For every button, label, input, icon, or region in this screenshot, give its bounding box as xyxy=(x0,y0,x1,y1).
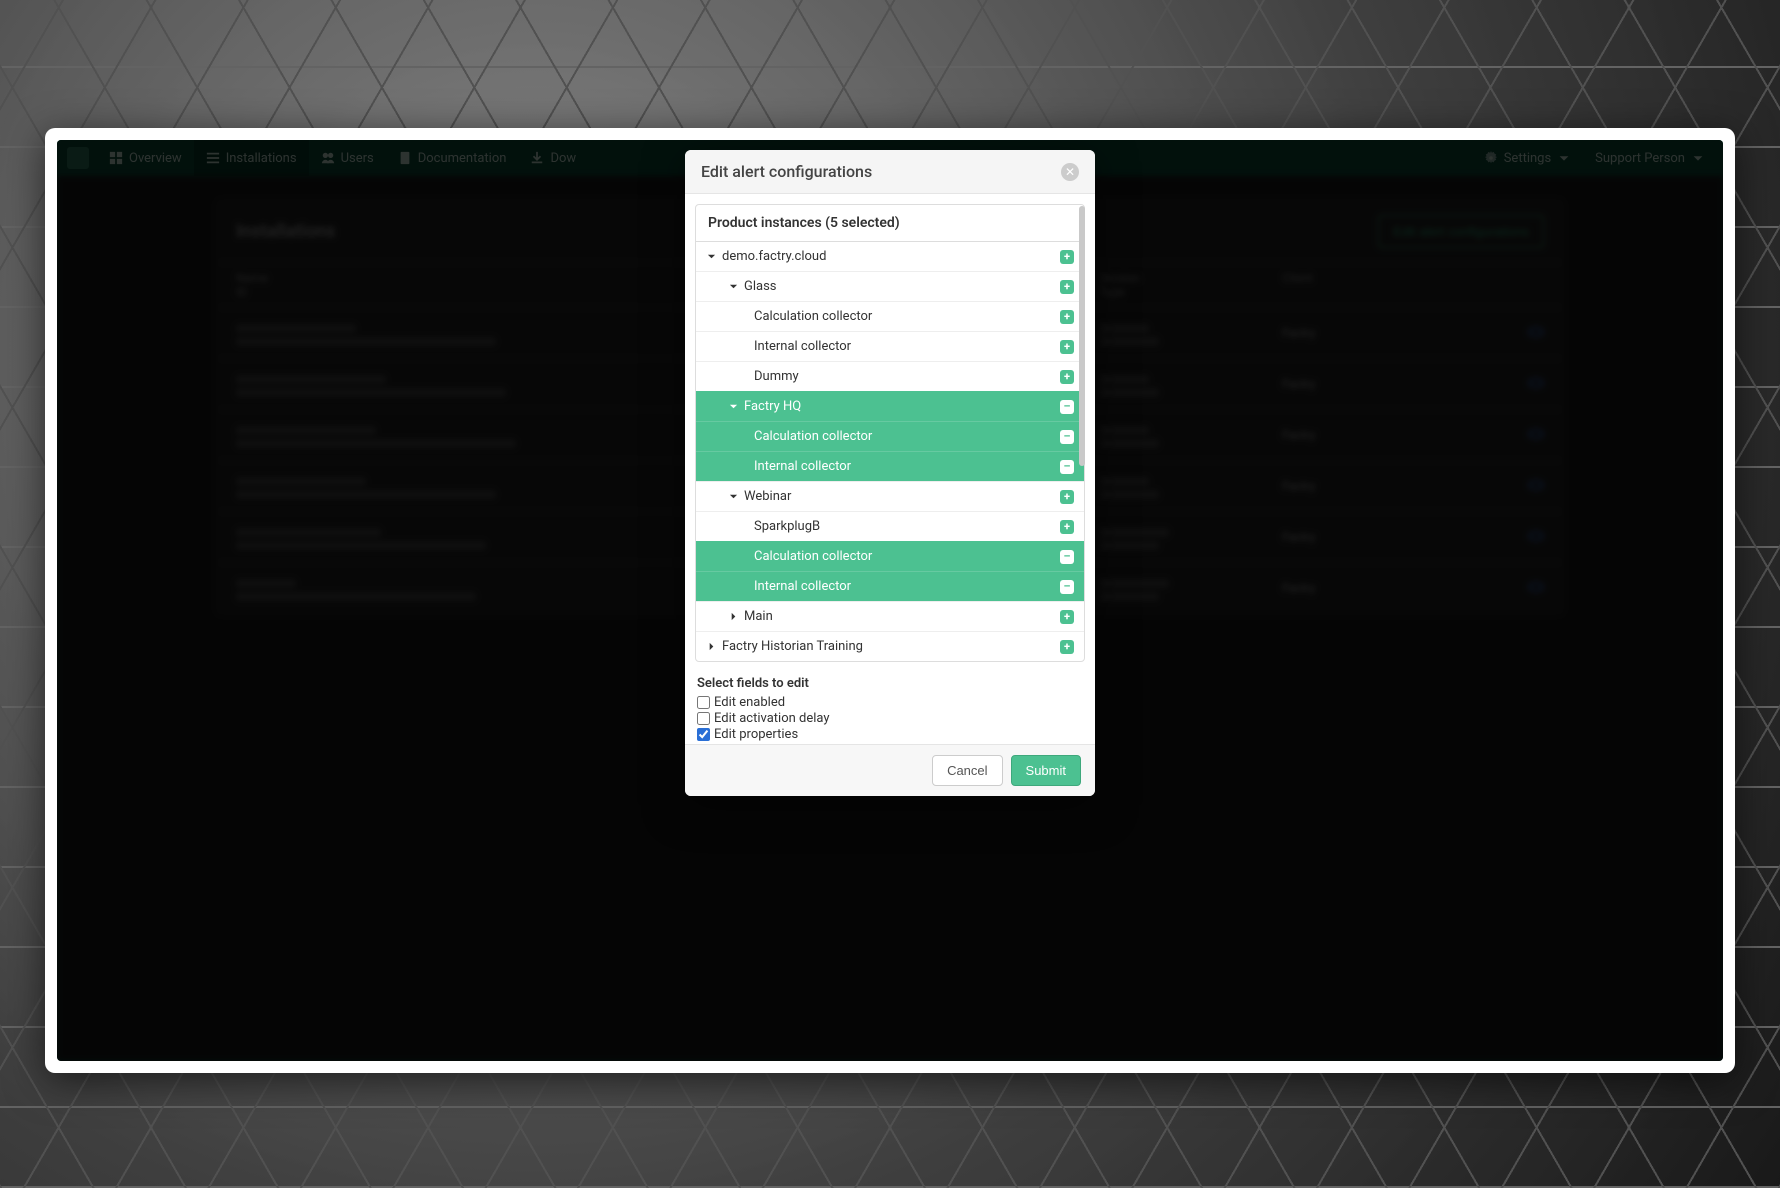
tree-label: Internal collector xyxy=(754,579,851,594)
add-icon[interactable]: + xyxy=(1060,520,1074,534)
add-icon[interactable]: + xyxy=(1060,610,1074,624)
tree-row[interactable]: demo.factry.cloud + xyxy=(696,242,1084,271)
check-edit-properties-box[interactable] xyxy=(697,728,710,741)
chevron-right-icon[interactable] xyxy=(706,642,716,651)
close-icon[interactable]: ✕ xyxy=(1061,163,1079,181)
scrollbar-thumb[interactable] xyxy=(1079,206,1085,466)
tree-label: Dummy xyxy=(754,369,799,384)
tree-row[interactable]: Dummy + xyxy=(696,361,1084,391)
check-edit-enabled-label: Edit enabled xyxy=(714,695,785,710)
modal-body: Product instances (5 selected) demo.fact… xyxy=(685,194,1095,744)
tree-row[interactable]: Calculation collector – xyxy=(696,541,1084,571)
instance-tree: demo.factry.cloud+Glass+Calculation coll… xyxy=(696,242,1084,661)
check-edit-activation-box[interactable] xyxy=(697,712,710,725)
remove-icon[interactable]: – xyxy=(1060,460,1074,474)
app-window: Overview Installations Users Documentati… xyxy=(45,128,1735,1073)
chevron-down-icon[interactable] xyxy=(728,402,738,411)
tree-label: SparkplugB xyxy=(754,519,820,534)
tree-row[interactable]: Internal collector – xyxy=(696,451,1084,481)
tree-row[interactable]: Main + xyxy=(696,601,1084,631)
add-icon[interactable]: + xyxy=(1060,280,1074,294)
remove-icon[interactable]: – xyxy=(1060,580,1074,594)
select-fields-title: Select fields to edit xyxy=(697,676,1085,691)
tree-label: Internal collector xyxy=(754,459,851,474)
scrollbar[interactable] xyxy=(1079,206,1085,576)
chevron-right-icon[interactable] xyxy=(728,612,738,621)
check-edit-enabled-box[interactable] xyxy=(697,696,710,709)
tree-row[interactable]: SparkplugB + xyxy=(696,511,1084,541)
modal-header: Edit alert configurations ✕ xyxy=(685,150,1095,194)
add-icon[interactable]: + xyxy=(1060,310,1074,324)
tree-label: Calculation collector xyxy=(754,429,872,444)
tree-label: Internal collector xyxy=(754,339,851,354)
tree-label: demo.factry.cloud xyxy=(722,249,826,264)
check-edit-properties[interactable]: Edit properties xyxy=(697,727,1085,742)
cancel-button[interactable]: Cancel xyxy=(932,755,1002,786)
edit-alert-modal: Edit alert configurations ✕ Product inst… xyxy=(685,150,1095,796)
tree-row[interactable]: Internal collector – xyxy=(696,571,1084,601)
add-icon[interactable]: + xyxy=(1060,490,1074,504)
product-instances-section: Product instances (5 selected) demo.fact… xyxy=(695,204,1085,662)
app-window-inner: Overview Installations Users Documentati… xyxy=(57,140,1723,1061)
check-edit-enabled[interactable]: Edit enabled xyxy=(697,695,1085,710)
modal-footer: Cancel Submit xyxy=(685,744,1095,796)
tree-label: Calculation collector xyxy=(754,309,872,324)
add-icon[interactable]: + xyxy=(1060,340,1074,354)
submit-button[interactable]: Submit xyxy=(1011,755,1081,786)
tree-label: Main xyxy=(744,609,773,624)
tree-row[interactable]: Internal collector + xyxy=(696,331,1084,361)
tree-label: Calculation collector xyxy=(754,549,872,564)
add-icon[interactable]: + xyxy=(1060,640,1074,654)
remove-icon[interactable]: – xyxy=(1060,550,1074,564)
product-instances-title: Product instances (5 selected) xyxy=(696,205,1084,242)
tree-row[interactable]: Calculation collector – xyxy=(696,421,1084,451)
remove-icon[interactable]: – xyxy=(1060,400,1074,414)
chevron-down-icon[interactable] xyxy=(728,282,738,291)
tree-label: Factry HQ xyxy=(744,399,801,414)
tree-label: Glass xyxy=(744,279,777,294)
check-edit-activation-label: Edit activation delay xyxy=(714,711,830,726)
check-edit-properties-label: Edit properties xyxy=(714,727,798,742)
check-edit-activation[interactable]: Edit activation delay xyxy=(697,711,1085,726)
remove-icon[interactable]: – xyxy=(1060,430,1074,444)
chevron-down-icon[interactable] xyxy=(728,492,738,501)
tree-label: Webinar xyxy=(744,489,791,504)
modal-title: Edit alert configurations xyxy=(701,162,872,181)
tree-label: Factry Historian Training xyxy=(722,639,863,654)
tree-row[interactable]: Factry HQ – xyxy=(696,391,1084,421)
tree-row[interactable]: Factry Historian Training + xyxy=(696,631,1084,661)
add-icon[interactable]: + xyxy=(1060,370,1074,384)
tree-row[interactable]: Webinar + xyxy=(696,481,1084,511)
tree-row[interactable]: Glass + xyxy=(696,271,1084,301)
tree-row[interactable]: Calculation collector + xyxy=(696,301,1084,331)
chevron-down-icon[interactable] xyxy=(706,252,716,261)
add-icon[interactable]: + xyxy=(1060,250,1074,264)
